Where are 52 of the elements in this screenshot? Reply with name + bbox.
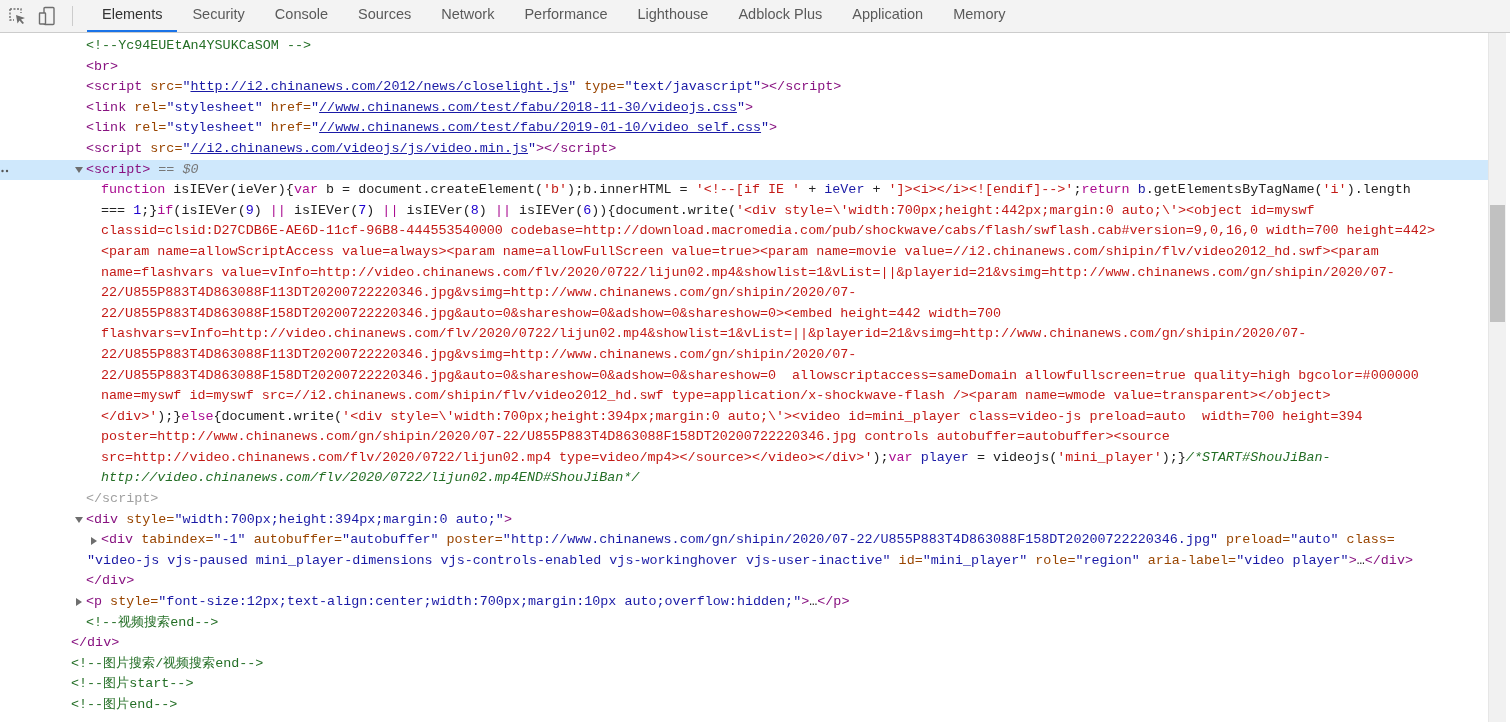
scrollbar-thumb[interactable] [1490,205,1505,322]
devtools-tab[interactable]: Console [259,0,344,32]
triangle-right-icon[interactable] [75,598,83,607]
code-line: <!--图片start--> [71,675,194,694]
code-line: <param name=allowScriptAccess value=always><param name=allowFullScreen value=true><param name=movie value=//i2.chinanews.com/shipin/flv/video2012_hd.swf><param [101,242,1379,261]
code-line: 22/U855P883T4D863088F158DT20200722220346.jpg&auto=0&shareshow=0&adshow=0&shareshow=0><embed height=442 width=700 [101,304,1001,323]
triangle-down-icon[interactable] [75,165,83,174]
triangle-right-icon[interactable] [90,536,98,545]
code-line: <link rel="stylesheet" href="//www.chinanews.com/test/fabu/2018-11-30/videojs.css"> [86,98,754,117]
code-line: </div> [86,572,135,591]
devtools-tab[interactable]: Network [426,0,510,32]
code-line: <br> [86,57,119,76]
more-icon[interactable] [1,168,9,173]
devtools-tab[interactable]: Security [177,0,260,32]
code-line: <script src="//i2.chinanews.com/videojs/js/video.min.js"></script> [86,139,617,158]
code-line: </div>');}else{document.write('<div style=\'width:700px;height:394px;margin:0 auto;\'><video id=mini_player class=video-js preload=auto width=700 height=394 [101,407,1363,426]
devtools-tab[interactable]: Elements [87,0,178,32]
devtools-tab[interactable]: Lighthouse [622,0,724,32]
code-line: </div> [71,634,120,653]
code-line: <!--Yc94EUEtAn4YSUKCaSOM --> [86,37,311,55]
triangle-down-icon[interactable] [75,515,83,524]
code-line: 22/U855P883T4D863088F113DT20200722220346.jpg&vsimg=http://www.chinanews.com/gn/shipin/2020/07- [101,284,857,303]
code-line: === 1;}if(isIEVer(9) || isIEVer(7) || isIEVer(8) || isIEVer(6)){document.write('<div style=\'width:700px;height:442px;margin:0 auto;\'><object id=myswf [101,201,1315,220]
devtools-tab[interactable]: Memory [938,0,1021,32]
code-line: 22/U855P883T4D863088F158DT20200722220346.jpg&auto=0&shareshow=0&adshow=0&shareshow=0 allowscriptaccess=sameDomain allowfullscreen=true quality=high bgcolor=#000000 [101,366,1419,385]
code-line: <div style="width:700px;height:394px;margin:0 auto;"> [86,510,512,529]
devtools-tab[interactable]: Sources [343,0,427,32]
code-line: <!--视频搜索end--> [86,613,219,632]
code-line: </script> [86,490,159,509]
code-line: function isIEVer(ieVer){var b = document.createElement('b');b.innerHTML = '<!--[if IE ' + ieVer + ']><i></i><![endif]-->';return b.getElementsByTagName('i').length [101,181,1411,200]
code-line: <div tabindex="-1" autobuffer="autobuffer" poster="http://www.chinanews.com/gn/shipin/2020/07-22/U855P883T4D863088F158DT20200722220346.jpg" preload="auto" class= [101,531,1395,550]
code-line: name=myswf id=myswf src=//i2.chinanews.com/shipin/flv/video2012_hd.swf type=application/x-shockwave-flash /><param name=wmode value=transparent></object> [101,387,1331,406]
code-line: <script> == $0 [86,160,199,179]
selected-row[interactable]: <script> == $0 [0,159,1488,181]
code-line: <p style="font-size:12px;text-align:center;width:700px;margin:10px auto;overflow:hidden;">…</p> [86,593,850,612]
code-line: name=flashvars value=vInfo=http://video.chinanews.com/flv/2020/0722/lijun02.mp4&showlist=1&vList=||&playerid=21&vsimg=http://www.chinanews.com/gn/shipin/2020/07- [101,263,1395,282]
devtools-tab[interactable]: Performance [509,0,623,32]
code-line: http://video.chinanews.com/flv/2020/0722/lijun02.mp4END#ShouJiBan*/ [101,469,640,488]
code-line: <script src="http://i2.chinanews.com/2012/news/closelight.js" type="text/javascript"></script> [86,78,842,97]
code-line: flashvars=vInfo=http://video.chinanews.com/flv/2020/0722/lijun02.mp4&showlist=1&vList=||&playerid=21&vsimg=http://www.chinanews.com/gn/shipin/2020/07- [101,325,1307,344]
code-line: <!--图片搜索/视频搜索end--> [71,654,264,673]
code-line: <!--图片end--> [71,696,178,714]
code-line: poster=http://www.chinanews.com/gn/shipin/2020/07-22/U855P883T4D863088F158DT20200722220346.jpg controls autobuffer=autobuffer><source [101,428,1170,447]
inspect-cursor-icon[interactable] [8,7,26,25]
code-line: classid=clsid:D27CDB6E-AE6D-11cf-96B8-444553540000 codebase=http://download.macromedia.com/pub/shockwave/cabs/flash/swflash.cab#version=9,0,16,0 width=700 height=442> [101,222,1435,241]
code-line: "video-js vjs-paused mini_player-dimensions vjs-controls-enabled vjs-workinghover vjs-user-inactive" id="mini_player" role="region" aria-label="video player">…</div> [87,551,1413,570]
devtools-tab[interactable]: Application [837,0,939,32]
code-line: src=http://video.chinanews.com/flv/2020/0722/lijun02.mp4 type=video/mp4></source></video></div>');var player = videojs('mini_player');}/*START#ShouJiBan- [101,448,1331,467]
code-line: 22/U855P883T4D863088F113DT20200722220346.jpg&vsimg=http://www.chinanews.com/gn/shipin/2020/07- [101,345,857,364]
device-icon[interactable] [38,6,56,26]
devtools-tab[interactable]: Adblock Plus [723,0,838,32]
code-line: <link rel="stylesheet" href="//www.chinanews.com/test/fabu/2019-01-10/video_self.css"> [86,119,778,138]
